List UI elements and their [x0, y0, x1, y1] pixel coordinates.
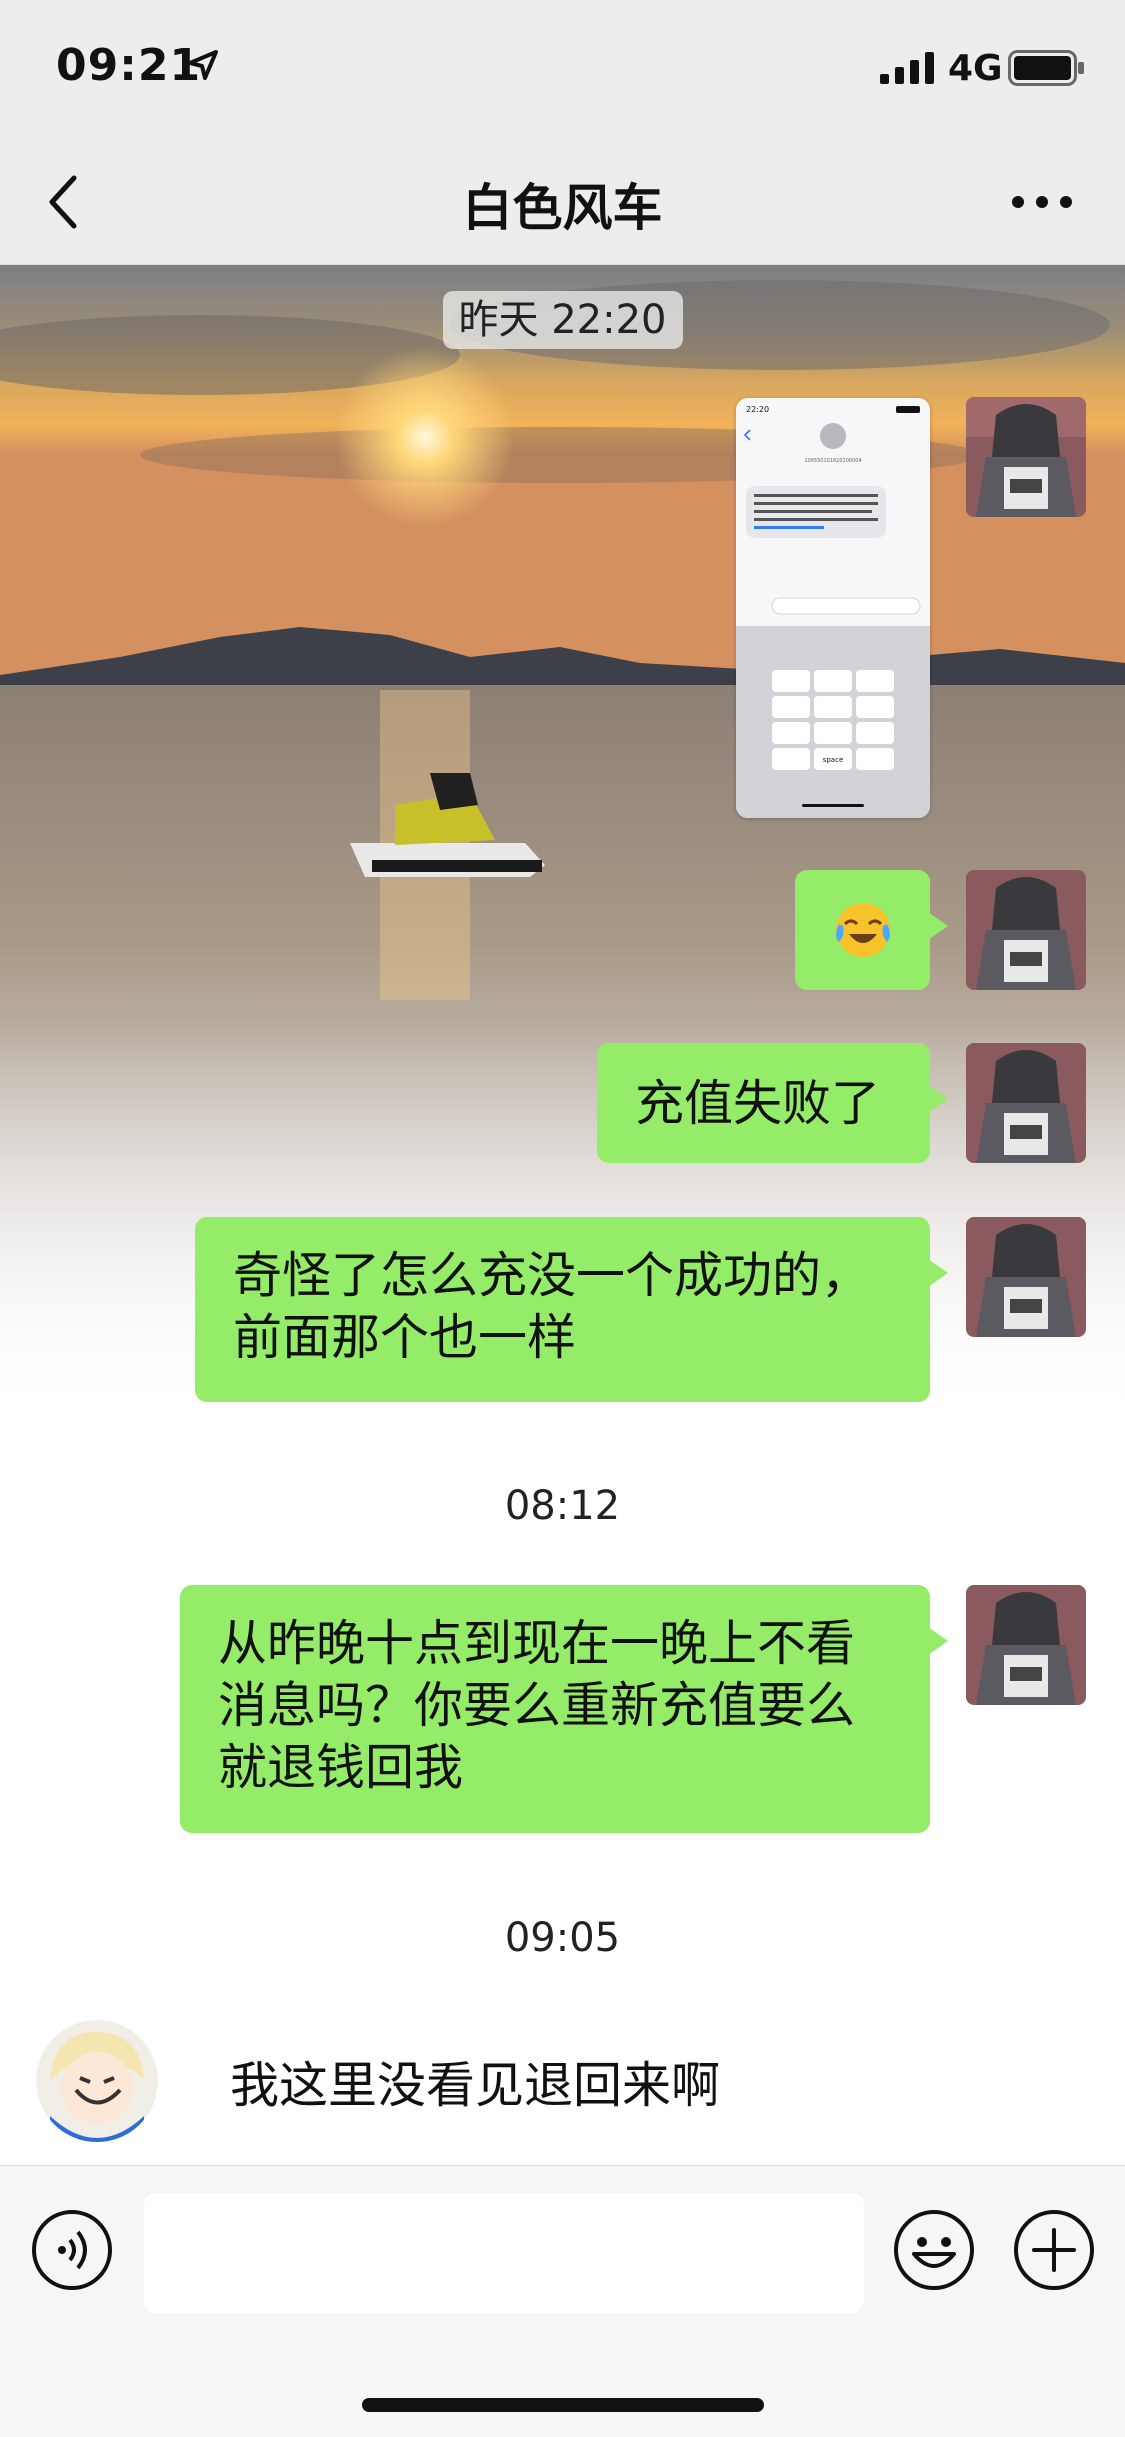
thumb-space-key: space [823, 756, 844, 764]
message-text-line: 奇怪了怎么充没一个成功的， [233, 1247, 871, 1304]
message-bubble-sent[interactable]: 奇怪了怎么充没一个成功的， 前面那个也一样 [195, 1217, 948, 1402]
message-bubble-sent[interactable]: 从昨晚十点到现在一晚上不看 消息吗？你要么重新充值要么 就退钱回我 [180, 1585, 948, 1833]
cellular-signal-icon [880, 52, 936, 88]
more-dots-icon[interactable] [1010, 192, 1074, 216]
status-time: 09:21 [56, 40, 202, 91]
message-bubble-sent[interactable]: 充值失败了 [597, 1043, 948, 1163]
message-bubble-sent[interactable]: 😭 [795, 870, 948, 990]
location-arrow-icon [186, 48, 220, 86]
image-message[interactable]: 22:20 106550101820100004 space [736, 398, 930, 818]
network-type: 4G [948, 48, 1003, 89]
message-text-line: 就退钱回我 [218, 1739, 464, 1796]
thumb-time: 22:20 [746, 405, 769, 414]
avatar[interactable] [966, 870, 1086, 990]
crying-laughing-emoji-icon [833, 900, 893, 960]
timestamp: 08:12 [504, 1483, 621, 1529]
input-bar [0, 2165, 1125, 2437]
status-bar: 09:21 4G [0, 0, 1125, 140]
battery-icon [1008, 50, 1086, 90]
chat-title: 白色风车 [462, 179, 663, 237]
avatar[interactable] [966, 1585, 1086, 1705]
emoji-icon[interactable] [892, 2208, 976, 2296]
plus-icon[interactable] [1012, 2208, 1096, 2296]
message-input[interactable] [144, 2193, 864, 2313]
avatar[interactable] [966, 1217, 1086, 1337]
avatar[interactable] [966, 1043, 1086, 1163]
home-indicator [362, 2398, 764, 2412]
avatar[interactable] [966, 397, 1086, 517]
message-text-line: 前面那个也一样 [233, 1309, 577, 1366]
voice-icon[interactable] [30, 2208, 114, 2296]
timestamp: 昨天 22:20 [0, 287, 1125, 349]
chat-header: 白色风车 [0, 140, 1125, 265]
friend-avatar[interactable] [36, 2020, 158, 2142]
message-text-line: 从昨晚十点到现在一晚上不看 [218, 1615, 856, 1672]
message-text: 充值失败了 [635, 1075, 881, 1132]
sms-screenshot-thumbnail: 22:20 106550101820100004 space [736, 398, 930, 818]
timestamp: 09:05 [504, 1915, 621, 1961]
message-text-received: 我这里没看见退回来啊 [230, 2057, 721, 2114]
thumb-sender: 106550101820100004 [804, 458, 861, 464]
chat-messages[interactable]: 昨天 22:20 22:20 106550101820100004 space … [0, 265, 1125, 2165]
message-text-line: 消息吗？你要么重新充值要么 [218, 1677, 856, 1734]
timestamp-label: 昨天 22:20 [442, 291, 683, 349]
